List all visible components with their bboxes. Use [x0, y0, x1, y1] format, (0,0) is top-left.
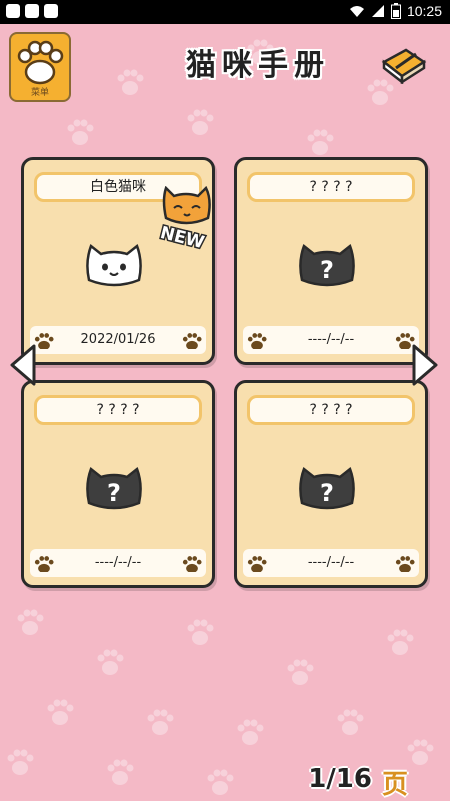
- unknown-cat-icon: ?: [299, 243, 355, 287]
- battery-icon: [390, 3, 401, 19]
- card-footer: 2022/01/26: [30, 326, 206, 354]
- cat-name: ? ? ? ?: [247, 395, 415, 425]
- svg-text:?: ?: [320, 256, 334, 284]
- paw-icon: [17, 40, 64, 85]
- notification-icons: [6, 4, 58, 18]
- signal-icon: [371, 5, 384, 17]
- notebook-pencil-icon: [381, 48, 427, 84]
- notification-icon: [44, 4, 58, 18]
- cat-card[interactable]: ? ? ? ? ? ----/--/--: [21, 380, 215, 588]
- status-time: 10:25: [406, 3, 442, 19]
- status-bar: 10:25: [0, 0, 450, 24]
- cat-card[interactable]: 白色猫咪 NEW 2022/01/26: [21, 157, 215, 365]
- new-label: NEW: [158, 223, 206, 250]
- paw-icon: [182, 556, 202, 572]
- cat-name: ? ? ? ?: [247, 172, 415, 202]
- discovery-date: 2022/01/26: [80, 332, 156, 347]
- white-cat-icon: [86, 243, 142, 287]
- unknown-cat-icon: ?: [86, 466, 142, 510]
- cat-name: ? ? ? ?: [34, 395, 202, 425]
- card-footer: ----/--/--: [243, 549, 419, 577]
- notification-icon: [25, 4, 39, 18]
- notification-icon: [6, 4, 20, 18]
- paw-icon: [182, 333, 202, 349]
- menu-button[interactable]: 菜单: [9, 32, 71, 102]
- page-title: 猫咪手册: [186, 48, 330, 83]
- cat-card[interactable]: ? ? ? ? ? ----/--/--: [234, 157, 428, 365]
- svg-text:?: ?: [320, 479, 334, 507]
- new-badge: NEW: [157, 186, 211, 250]
- unknown-cat-icon: ?: [299, 466, 355, 510]
- svg-text:?: ?: [107, 479, 121, 507]
- cat-card[interactable]: ? ? ? ? ? ----/--/--: [234, 380, 428, 588]
- menu-label: 菜单: [30, 88, 49, 98]
- page-unit-label: 页: [381, 770, 408, 800]
- card-footer: ----/--/--: [30, 549, 206, 577]
- previous-page-button[interactable]: [8, 344, 38, 386]
- next-page-button[interactable]: [410, 344, 440, 386]
- card-footer: ----/--/--: [243, 326, 419, 354]
- discovery-date: ----/--/--: [307, 332, 355, 347]
- discovery-date: ----/--/--: [94, 555, 142, 570]
- page-indicator: 1/16: [308, 764, 372, 794]
- paw-icon: [395, 556, 415, 572]
- wifi-icon: [349, 6, 364, 17]
- discovery-date: ----/--/--: [307, 555, 355, 570]
